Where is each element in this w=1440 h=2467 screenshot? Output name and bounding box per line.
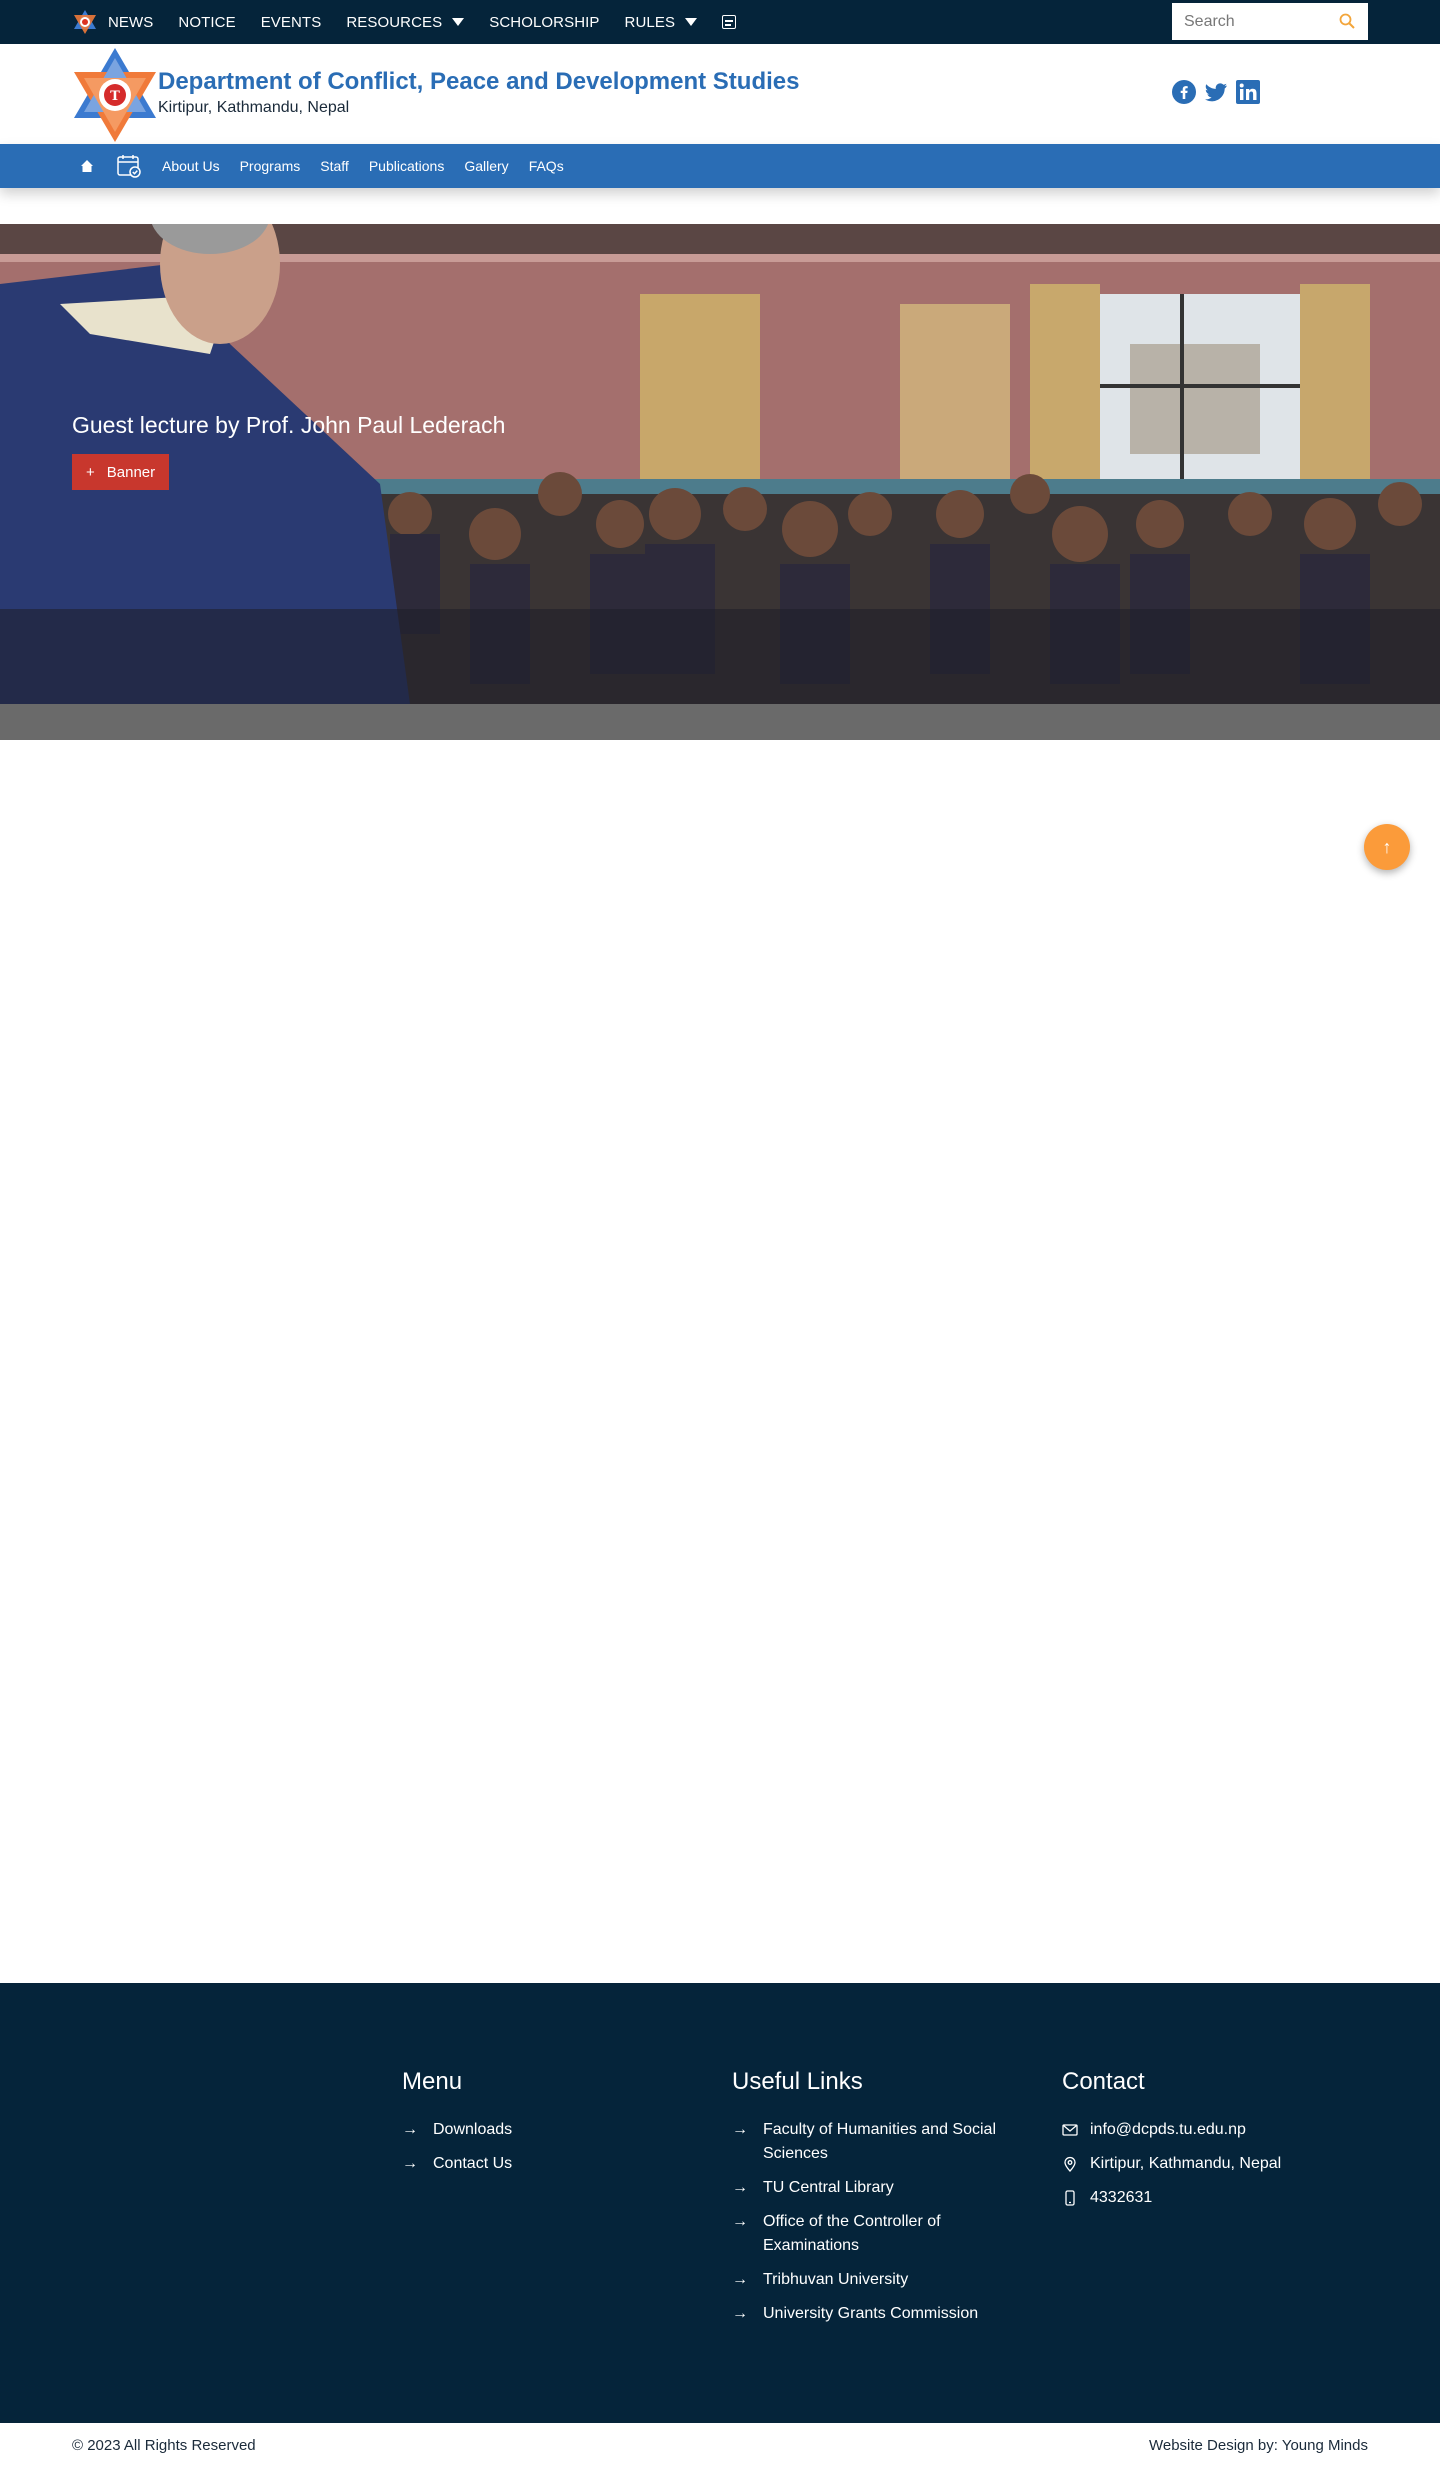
footer-address-text: Kirtipur, Kathmandu, Nepal bbox=[1090, 2155, 1282, 2172]
footer-link-label: University Grants Commission bbox=[763, 2305, 979, 2322]
footer-link-label: Office of the Controller of Examinations bbox=[763, 2213, 941, 2254]
envelope-icon bbox=[1062, 2124, 1078, 2136]
location-pin-icon bbox=[1064, 2156, 1076, 2172]
topbar-rules-label: RULES bbox=[624, 13, 676, 31]
svg-text:T: T bbox=[110, 89, 120, 104]
top-bar: NEWS NOTICE EVENTS RESOURCES SCHOLORSHIP… bbox=[0, 0, 1440, 44]
search-icon[interactable] bbox=[1338, 12, 1356, 30]
footer-email-text: info@dcpds.tu.edu.np bbox=[1090, 2121, 1246, 2138]
footer-link-label: Contact Us bbox=[433, 2155, 513, 2172]
calendar-check-icon[interactable] bbox=[116, 153, 142, 179]
footer-phone[interactable]: 4332631 bbox=[1062, 2186, 1281, 2210]
arrow-right-icon: → bbox=[732, 2213, 748, 2230]
topbar-news[interactable]: NEWS bbox=[108, 14, 153, 31]
footer-link-faculty-humanities[interactable]: → Faculty of Humanities and Social Scienc… bbox=[732, 2118, 1003, 2166]
search-input[interactable] bbox=[1184, 12, 1324, 31]
department-logo-icon[interactable]: T bbox=[72, 46, 158, 144]
topbar-resources[interactable]: RESOURCES bbox=[346, 13, 465, 31]
footer-link-label: Downloads bbox=[433, 2121, 513, 2138]
footer-useful-links-column: Useful Links → Faculty of Humanities and … bbox=[732, 2068, 1003, 2336]
arrow-right-icon: → bbox=[402, 2155, 418, 2172]
nav-about-us[interactable]: About Us bbox=[162, 158, 220, 174]
footer-link-label: Faculty of Humanities and Social Science… bbox=[763, 2121, 996, 2162]
home-icon[interactable] bbox=[80, 159, 94, 173]
calendar-icon[interactable] bbox=[722, 15, 737, 29]
nav-faqs[interactable]: FAQs bbox=[529, 158, 564, 174]
university-logo-icon[interactable] bbox=[72, 9, 98, 35]
site-title[interactable]: Department of Conflict, Peace and Develo… bbox=[158, 68, 799, 96]
search-box bbox=[1172, 3, 1368, 40]
copyright: © 2023 All Rights Reserved bbox=[72, 2437, 256, 2454]
footer-useful-heading: Useful Links bbox=[732, 2068, 863, 2095]
footer-link-ugc[interactable]: → University Grants Commission bbox=[732, 2302, 1003, 2326]
main-nav: About Us Programs Staff Publications Gal… bbox=[0, 144, 1440, 188]
topbar-resources-label: RESOURCES bbox=[346, 13, 443, 31]
hero-banner bbox=[0, 224, 1440, 704]
social-links bbox=[1172, 80, 1260, 104]
banner-button-label: Banner bbox=[106, 463, 156, 481]
phone-icon bbox=[1065, 2190, 1075, 2206]
banner-bottom-bar bbox=[0, 704, 1440, 740]
nav-publications[interactable]: Publications bbox=[369, 158, 445, 174]
banner-button[interactable]: + Banner bbox=[72, 454, 170, 490]
bottom-bar: © 2023 All Rights Reserved Website Desig… bbox=[0, 2423, 1440, 2467]
footer-address: Kirtipur, Kathmandu, Nepal bbox=[1062, 2152, 1281, 2176]
plus-icon: + bbox=[86, 463, 95, 481]
topbar-events[interactable]: EVENTS bbox=[261, 14, 322, 31]
design-credit[interactable]: Website Design by: Young Minds bbox=[1149, 2437, 1368, 2454]
topbar-rules[interactable]: RULES bbox=[625, 14, 698, 31]
footer-phone-text: 4332631 bbox=[1090, 2189, 1153, 2206]
twitter-icon[interactable] bbox=[1204, 80, 1228, 104]
arrow-right-icon: → bbox=[732, 2271, 748, 2288]
nav-programs[interactable]: Programs bbox=[240, 158, 301, 174]
footer-menu-column: Menu → Downloads → Contact Us bbox=[402, 2068, 673, 2186]
banner-caption: Guest lecture by Prof. John Paul Lederac… bbox=[72, 412, 506, 438]
footer-link-downloads[interactable]: → Downloads bbox=[402, 2118, 673, 2142]
facebook-icon[interactable] bbox=[1172, 80, 1196, 104]
footer-link-controller-exams[interactable]: → Office of the Controller of Examination… bbox=[732, 2210, 1003, 2258]
nav-staff[interactable]: Staff bbox=[320, 158, 349, 174]
linkedin-icon[interactable] bbox=[1236, 80, 1260, 104]
topbar-scholorship[interactable]: SCHOLORSHIP bbox=[489, 14, 599, 31]
caret-down-icon bbox=[452, 18, 465, 26]
footer-link-tu-library[interactable]: → TU Central Library bbox=[732, 2176, 1003, 2200]
banner-caption-strip bbox=[0, 609, 1440, 704]
footer-link-label: TU Central Library bbox=[763, 2179, 894, 2196]
arrow-right-icon: → bbox=[402, 2121, 418, 2138]
footer-link-tribhuvan[interactable]: → Tribhuvan University bbox=[732, 2268, 1003, 2292]
topbar-notice[interactable]: NOTICE bbox=[178, 14, 235, 31]
site-header: T Department of Conflict, Peace and Deve… bbox=[0, 44, 1440, 144]
arrow-up-icon: ↑ bbox=[1382, 836, 1392, 857]
footer-link-label: Tribhuvan University bbox=[763, 2271, 909, 2288]
arrow-right-icon: → bbox=[732, 2121, 748, 2138]
caret-down-icon bbox=[685, 18, 698, 26]
nav-gallery[interactable]: Gallery bbox=[464, 158, 508, 174]
footer-menu-heading: Menu bbox=[402, 2068, 463, 2095]
footer-contact-heading: Contact bbox=[1062, 2068, 1145, 2095]
scroll-to-top-button[interactable]: ↑ bbox=[1364, 824, 1410, 870]
footer-email[interactable]: info@dcpds.tu.edu.np bbox=[1062, 2118, 1281, 2142]
site-subtitle: Kirtipur, Kathmandu, Nepal bbox=[158, 99, 350, 116]
footer-link-contact-us[interactable]: → Contact Us bbox=[402, 2152, 673, 2176]
arrow-right-icon: → bbox=[732, 2179, 748, 2196]
footer-contact-column: Contact info@dcpds.tu.edu.np Kirtipur, K… bbox=[1062, 2068, 1281, 2220]
arrow-right-icon: → bbox=[732, 2305, 748, 2322]
